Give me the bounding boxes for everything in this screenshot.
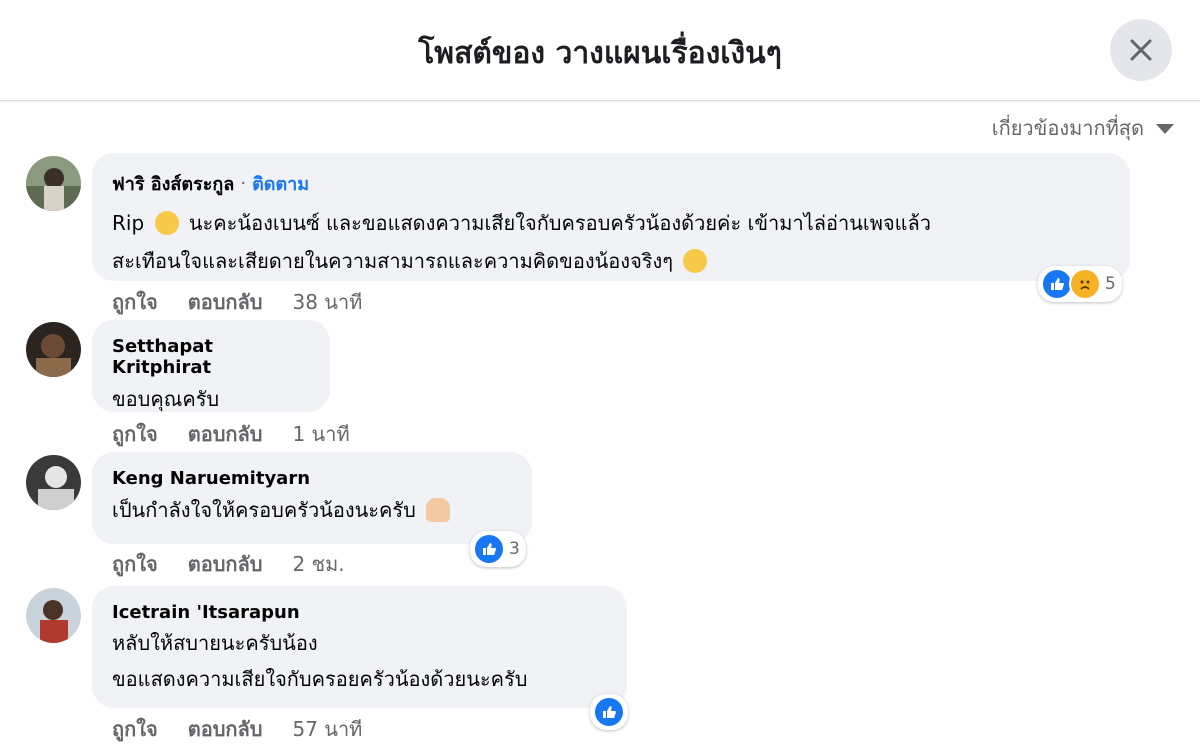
comment-author[interactable]: Keng Naruemityarn xyxy=(112,468,512,489)
comment-actions: ถูกใจ ตอบกลับ 38 นาที xyxy=(112,286,362,318)
pleading-emoji-icon xyxy=(154,211,179,235)
comment-text: Rip นะคะน้องเบนซ์ และขอแสดงความเสียใจกับ… xyxy=(112,211,932,273)
separator-dot: · xyxy=(240,173,247,194)
reaction-summary[interactable]: 3 xyxy=(470,531,526,567)
like-reaction-icon xyxy=(593,696,625,728)
reply-button[interactable]: ตอบกลับ xyxy=(188,286,263,318)
comment-author[interactable]: Icetrain 'Itsarapun xyxy=(112,602,607,623)
pensive-emoji-icon xyxy=(683,249,708,273)
comment-text: เป็นกำลังใจให้ครอบครัวน้องนะครับ xyxy=(112,491,512,529)
reaction-summary[interactable] xyxy=(590,694,628,730)
comment-bubble: Keng Naruemityarn เป็นกำลังใจให้ครอบครัว… xyxy=(92,452,532,544)
like-button[interactable]: ถูกใจ xyxy=(112,713,158,745)
sort-label: เกี่ยวข้องมากที่สุด xyxy=(991,116,1144,140)
reply-button[interactable]: ตอบกลับ xyxy=(188,418,263,450)
avatar[interactable] xyxy=(26,455,81,510)
like-button[interactable]: ถูกใจ xyxy=(112,418,158,450)
like-button[interactable]: ถูกใจ xyxy=(112,548,158,580)
sort-dropdown[interactable]: เกี่ยวข้องมากที่สุด xyxy=(992,112,1174,144)
comment-actions: ถูกใจ ตอบกลับ 1 นาที xyxy=(112,418,350,450)
comment-timestamp[interactable]: 57 นาที xyxy=(292,713,362,745)
like-reaction-icon xyxy=(473,533,505,565)
avatar[interactable] xyxy=(26,322,81,377)
reaction-summary[interactable]: 5 xyxy=(1038,266,1122,302)
page-title: โพสต์ของ วางแผนเรื่องเงินๆ xyxy=(418,36,782,71)
comment-bubble: Setthapat Kritphirat ขอบคุณครับ xyxy=(92,320,330,412)
follow-link[interactable]: ติดตาม xyxy=(252,169,309,198)
close-button[interactable] xyxy=(1110,19,1172,81)
praying-hands-icon xyxy=(426,498,451,522)
comment-bubble: Icetrain 'Itsarapun หลับให้สบายนะครับน้อ… xyxy=(92,586,627,708)
dialog-header: โพสต์ของ วางแผนเรื่องเงินๆ xyxy=(0,0,1200,101)
comment-text: หลับให้สบายนะครับน้อง ขอแสดงความเสียใจกั… xyxy=(112,631,528,691)
comment-text: ขอบคุณครับ xyxy=(112,387,220,411)
reaction-count: 3 xyxy=(509,539,520,559)
comment-author[interactable]: ฟาริ อิงส์ตระกูล xyxy=(112,169,234,198)
comment-bubble: ฟาริ อิงส์ตระกูล · ติดตาม Rip นะคะน้องเบ… xyxy=(92,153,1130,281)
avatar[interactable] xyxy=(26,156,81,211)
reply-button[interactable]: ตอบกลับ xyxy=(188,713,263,745)
comment-timestamp[interactable]: 2 ชม. xyxy=(292,548,344,580)
reaction-count: 5 xyxy=(1105,274,1116,294)
reply-button[interactable]: ตอบกลับ xyxy=(188,548,263,580)
close-icon xyxy=(1130,39,1152,61)
comment-actions: ถูกใจ ตอบกลับ 2 ชม. xyxy=(112,548,345,580)
caret-down-icon xyxy=(1156,124,1174,134)
comment-actions: ถูกใจ ตอบกลับ 57 นาที xyxy=(112,713,362,745)
avatar[interactable] xyxy=(26,588,81,643)
comment-author[interactable]: Setthapat Kritphirat xyxy=(112,336,310,378)
comment-timestamp[interactable]: 38 นาที xyxy=(292,286,362,318)
like-button[interactable]: ถูกใจ xyxy=(112,286,158,318)
comment-timestamp[interactable]: 1 นาที xyxy=(292,418,349,450)
sad-reaction-icon xyxy=(1069,268,1101,300)
